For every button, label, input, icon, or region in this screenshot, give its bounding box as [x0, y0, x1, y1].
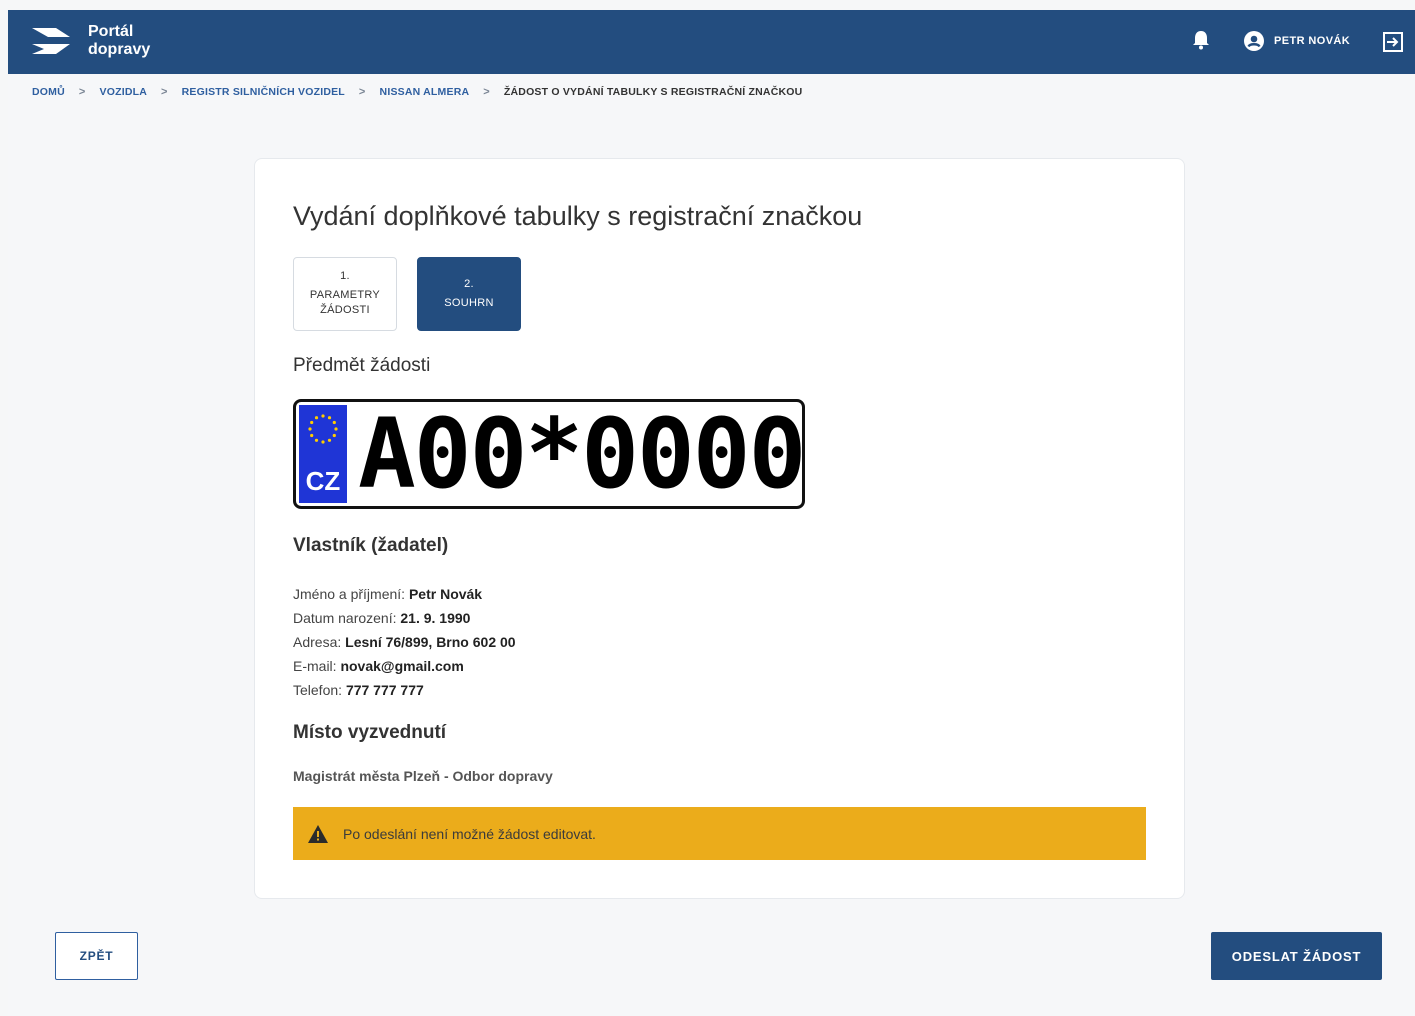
owner-heading: Vlastník (žadatel) [293, 535, 449, 556]
owner-email-label: E-mail: [293, 658, 337, 674]
logout-icon[interactable] [1382, 31, 1404, 53]
owner-phone-row: Telefon: 777 777 777 [293, 678, 516, 702]
step-number: 1. [340, 270, 350, 282]
logo-icon[interactable] [30, 24, 76, 58]
plate-number: A00*0000 [358, 399, 805, 509]
back-button[interactable]: ZPĚT [55, 932, 138, 980]
license-plate: CZ A00*0000 [293, 399, 805, 509]
breadcrumb-vehicle[interactable]: NISSAN ALMERA [380, 86, 470, 98]
warning-alert: Po odeslání není možné žádost editovat. [293, 807, 1146, 860]
user-name: PETR NOVÁK [1274, 35, 1351, 47]
step-label: PARAMETRY ŽÁDOSTI [309, 289, 381, 316]
step-summary[interactable]: 2. SOUHRN [417, 257, 521, 331]
breadcrumb: DOMŮ > VOZIDLA > REGISTR SILNIČNÍCH VOZI… [32, 86, 802, 98]
owner-name-row: Jméno a příjmení: Petr Novák [293, 582, 516, 606]
warning-text: Po odeslání není možné žádost editovat. [343, 825, 596, 842]
step-label: SOUHRN [444, 296, 494, 309]
subject-heading: Předmět žádosti [293, 355, 431, 376]
breadcrumb-registry[interactable]: REGISTR SILNIČNÍCH VOZIDEL [182, 86, 345, 98]
stepper: 1. PARAMETRY ŽÁDOSTI 2. SOUHRN [293, 257, 521, 331]
step-parameters[interactable]: 1. PARAMETRY ŽÁDOSTI [293, 257, 397, 331]
eu-stars-icon [308, 414, 338, 444]
breadcrumb-vehicles[interactable]: VOZIDLA [100, 86, 147, 98]
brand-line1: Portál [88, 23, 134, 40]
app-frame: Portál dopravy PETR NOVÁK DOMŮ > VOZIDLA… [8, 10, 1415, 1016]
owner-email-value: novak@gmail.com [340, 658, 464, 674]
breadcrumb-current: ŽÁDOST O VYDÁNÍ TABULKY S REGISTRAČNÍ ZN… [503, 86, 803, 98]
owner-phone-value: 777 777 777 [345, 682, 424, 698]
owner-details: Jméno a příjmení: Petr Novák Datum naroz… [293, 582, 516, 702]
top-bar: Portál dopravy PETR NOVÁK [8, 10, 1415, 74]
breadcrumb-separator: > [161, 86, 168, 98]
owner-email-row: E-mail: novak@gmail.com [293, 654, 516, 678]
owner-name-label: Jméno a příjmení: [293, 586, 406, 602]
plate-country-code: CZ [305, 466, 341, 496]
owner-birth-row: Datum narození: 21. 9. 1990 [293, 606, 516, 630]
owner-address-label: Adresa: [293, 634, 342, 650]
breadcrumb-home[interactable]: DOMŮ [32, 86, 65, 98]
pickup-location: Magistrát města Plzeň - Odbor dopravy [293, 768, 553, 784]
owner-name-value: Petr Novák [408, 586, 483, 602]
user-avatar-icon [1244, 31, 1264, 51]
owner-birth-label: Datum narození: [293, 610, 397, 626]
warning-icon [308, 824, 328, 843]
owner-phone-label: Telefon: [293, 682, 343, 698]
owner-address-value: Lesní 76/899, Brno 602 00 [345, 634, 516, 650]
pickup-heading: Místo vyzvednutí [293, 722, 447, 743]
plate-eu-band: CZ [299, 405, 347, 503]
owner-address-row: Adresa: Lesní 76/899, Brno 602 00 [293, 630, 516, 654]
step-number: 2. [464, 277, 474, 290]
bell-icon[interactable] [1192, 30, 1210, 50]
breadcrumb-separator: > [483, 86, 490, 98]
page-title: Vydání doplňkové tabulky s registrační z… [293, 201, 863, 231]
breadcrumb-separator: > [358, 86, 366, 98]
submit-request-button[interactable]: ODESLAT ŽÁDOST [1211, 932, 1382, 980]
user-menu[interactable]: PETR NOVÁK [1244, 31, 1350, 51]
request-summary-card: Vydání doplňkové tabulky s registrační z… [254, 158, 1185, 899]
breadcrumb-separator: > [78, 86, 86, 98]
brand-name[interactable]: Portál dopravy [88, 23, 150, 59]
owner-birth-value: 21. 9. 1990 [400, 610, 471, 626]
brand-line2: dopravy [88, 41, 151, 58]
